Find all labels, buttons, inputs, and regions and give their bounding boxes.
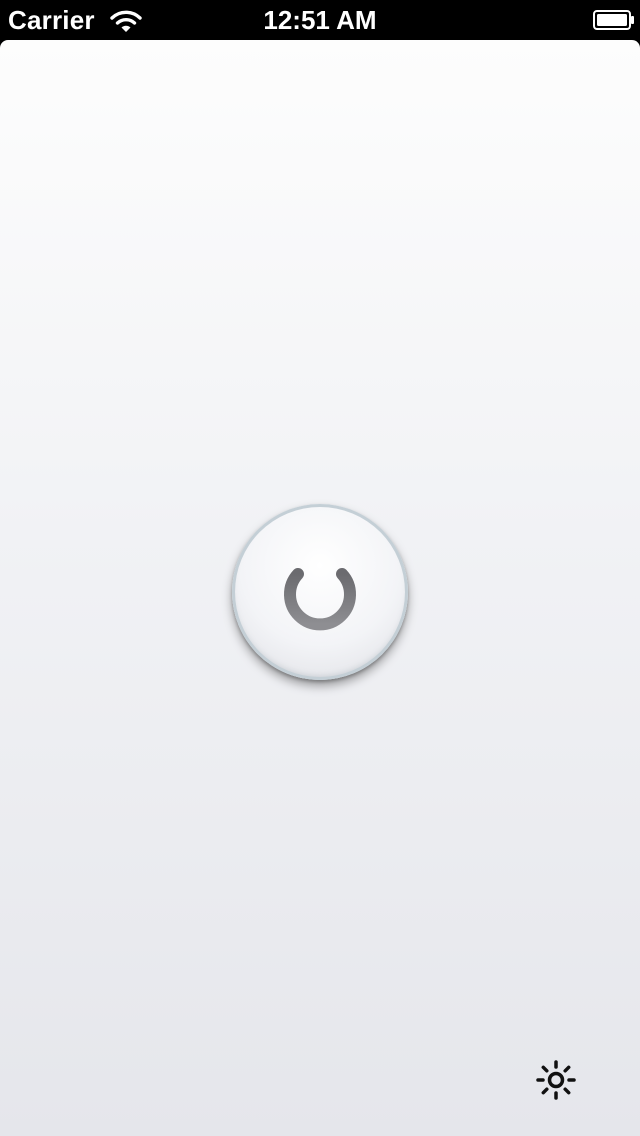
flashlight-screen	[0, 40, 640, 1136]
brightness-icon[interactable]	[536, 1060, 576, 1100]
status-bar: Carrier 12:51 AM	[0, 0, 640, 40]
power-button[interactable]	[232, 504, 408, 680]
battery-icon	[593, 10, 634, 30]
power-icon	[284, 548, 356, 631]
status-clock: 12:51 AM	[263, 5, 377, 35]
